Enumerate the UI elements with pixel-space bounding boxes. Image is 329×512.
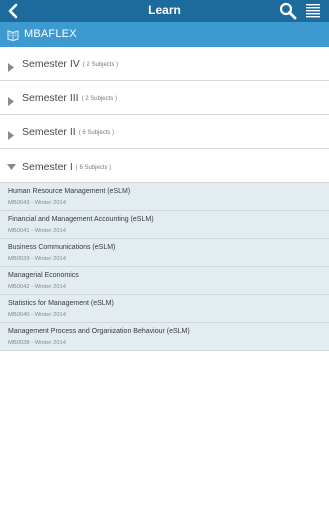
subject-count: ( 6 Subjects ): [78, 130, 115, 136]
semester-name: Semester III: [22, 92, 79, 104]
subject-code: MB0040 - Winter 2014: [8, 312, 66, 318]
semester-name: Semester II: [22, 126, 76, 138]
semester-row-i[interactable]: Semester I( 6 Subjects ): [0, 149, 329, 183]
triangle-right-icon: [8, 93, 14, 111]
subject-count: ( 2 Subjects ): [81, 96, 117, 102]
book-icon: [7, 28, 19, 42]
subject-code: MB0039 - Winter 2014: [8, 256, 66, 262]
subject-code: MB0038 - Winter 2014: [8, 340, 66, 346]
semester-row-ii[interactable]: Semester II( 6 Subjects ): [0, 115, 329, 149]
program-name: MBAFLEX: [24, 28, 77, 40]
triangle-down-icon: [7, 157, 16, 175]
triangle-right-icon: [8, 127, 14, 145]
subject-count: ( 2 Subjects ): [82, 62, 119, 68]
subject-item[interactable]: Human Resource Management (eSLM) MB0043 …: [0, 183, 329, 211]
semester-row-iii[interactable]: Semester III( 2 Subjects ): [0, 81, 329, 115]
subject-name: Managerial Economics: [8, 272, 79, 279]
search-icon[interactable]: [279, 2, 297, 20]
subject-name: Human Resource Management (eSLM): [8, 188, 131, 195]
menu-icon[interactable]: [305, 3, 321, 19]
subject-name: Statistics for Management (eSLM): [8, 300, 114, 307]
triangle-right-icon: [8, 59, 14, 77]
subject-code: MB0043 - Winter 2014: [8, 200, 66, 206]
top-app-bar: Learn: [0, 0, 329, 22]
subject-code: MB0042 - Winter 2014: [8, 284, 66, 290]
semester-row-iv[interactable]: Semester IV( 2 Subjects ): [0, 47, 329, 81]
subject-item[interactable]: Business Communications (eSLM) MB0039 - …: [0, 239, 329, 267]
subject-name: Management Process and Organization Beha…: [8, 328, 190, 335]
semester-name: Semester I: [22, 161, 73, 173]
subject-name: Financial and Management Accounting (eSL…: [8, 216, 154, 223]
semester-name: Semester IV: [22, 58, 80, 70]
program-bar[interactable]: MBAFLEX: [0, 22, 329, 47]
subject-item[interactable]: Statistics for Management (eSLM) MB0040 …: [0, 295, 329, 323]
subject-code: MB0041 - Winter 2014: [8, 228, 66, 234]
subject-count: ( 6 Subjects ): [75, 165, 112, 171]
subject-item[interactable]: Financial and Management Accounting (eSL…: [0, 211, 329, 239]
subject-item[interactable]: Managerial Economics MB0042 - Winter 201…: [0, 267, 329, 295]
subject-name: Business Communications (eSLM): [8, 244, 116, 251]
subject-item[interactable]: Management Process and Organization Beha…: [0, 323, 329, 351]
